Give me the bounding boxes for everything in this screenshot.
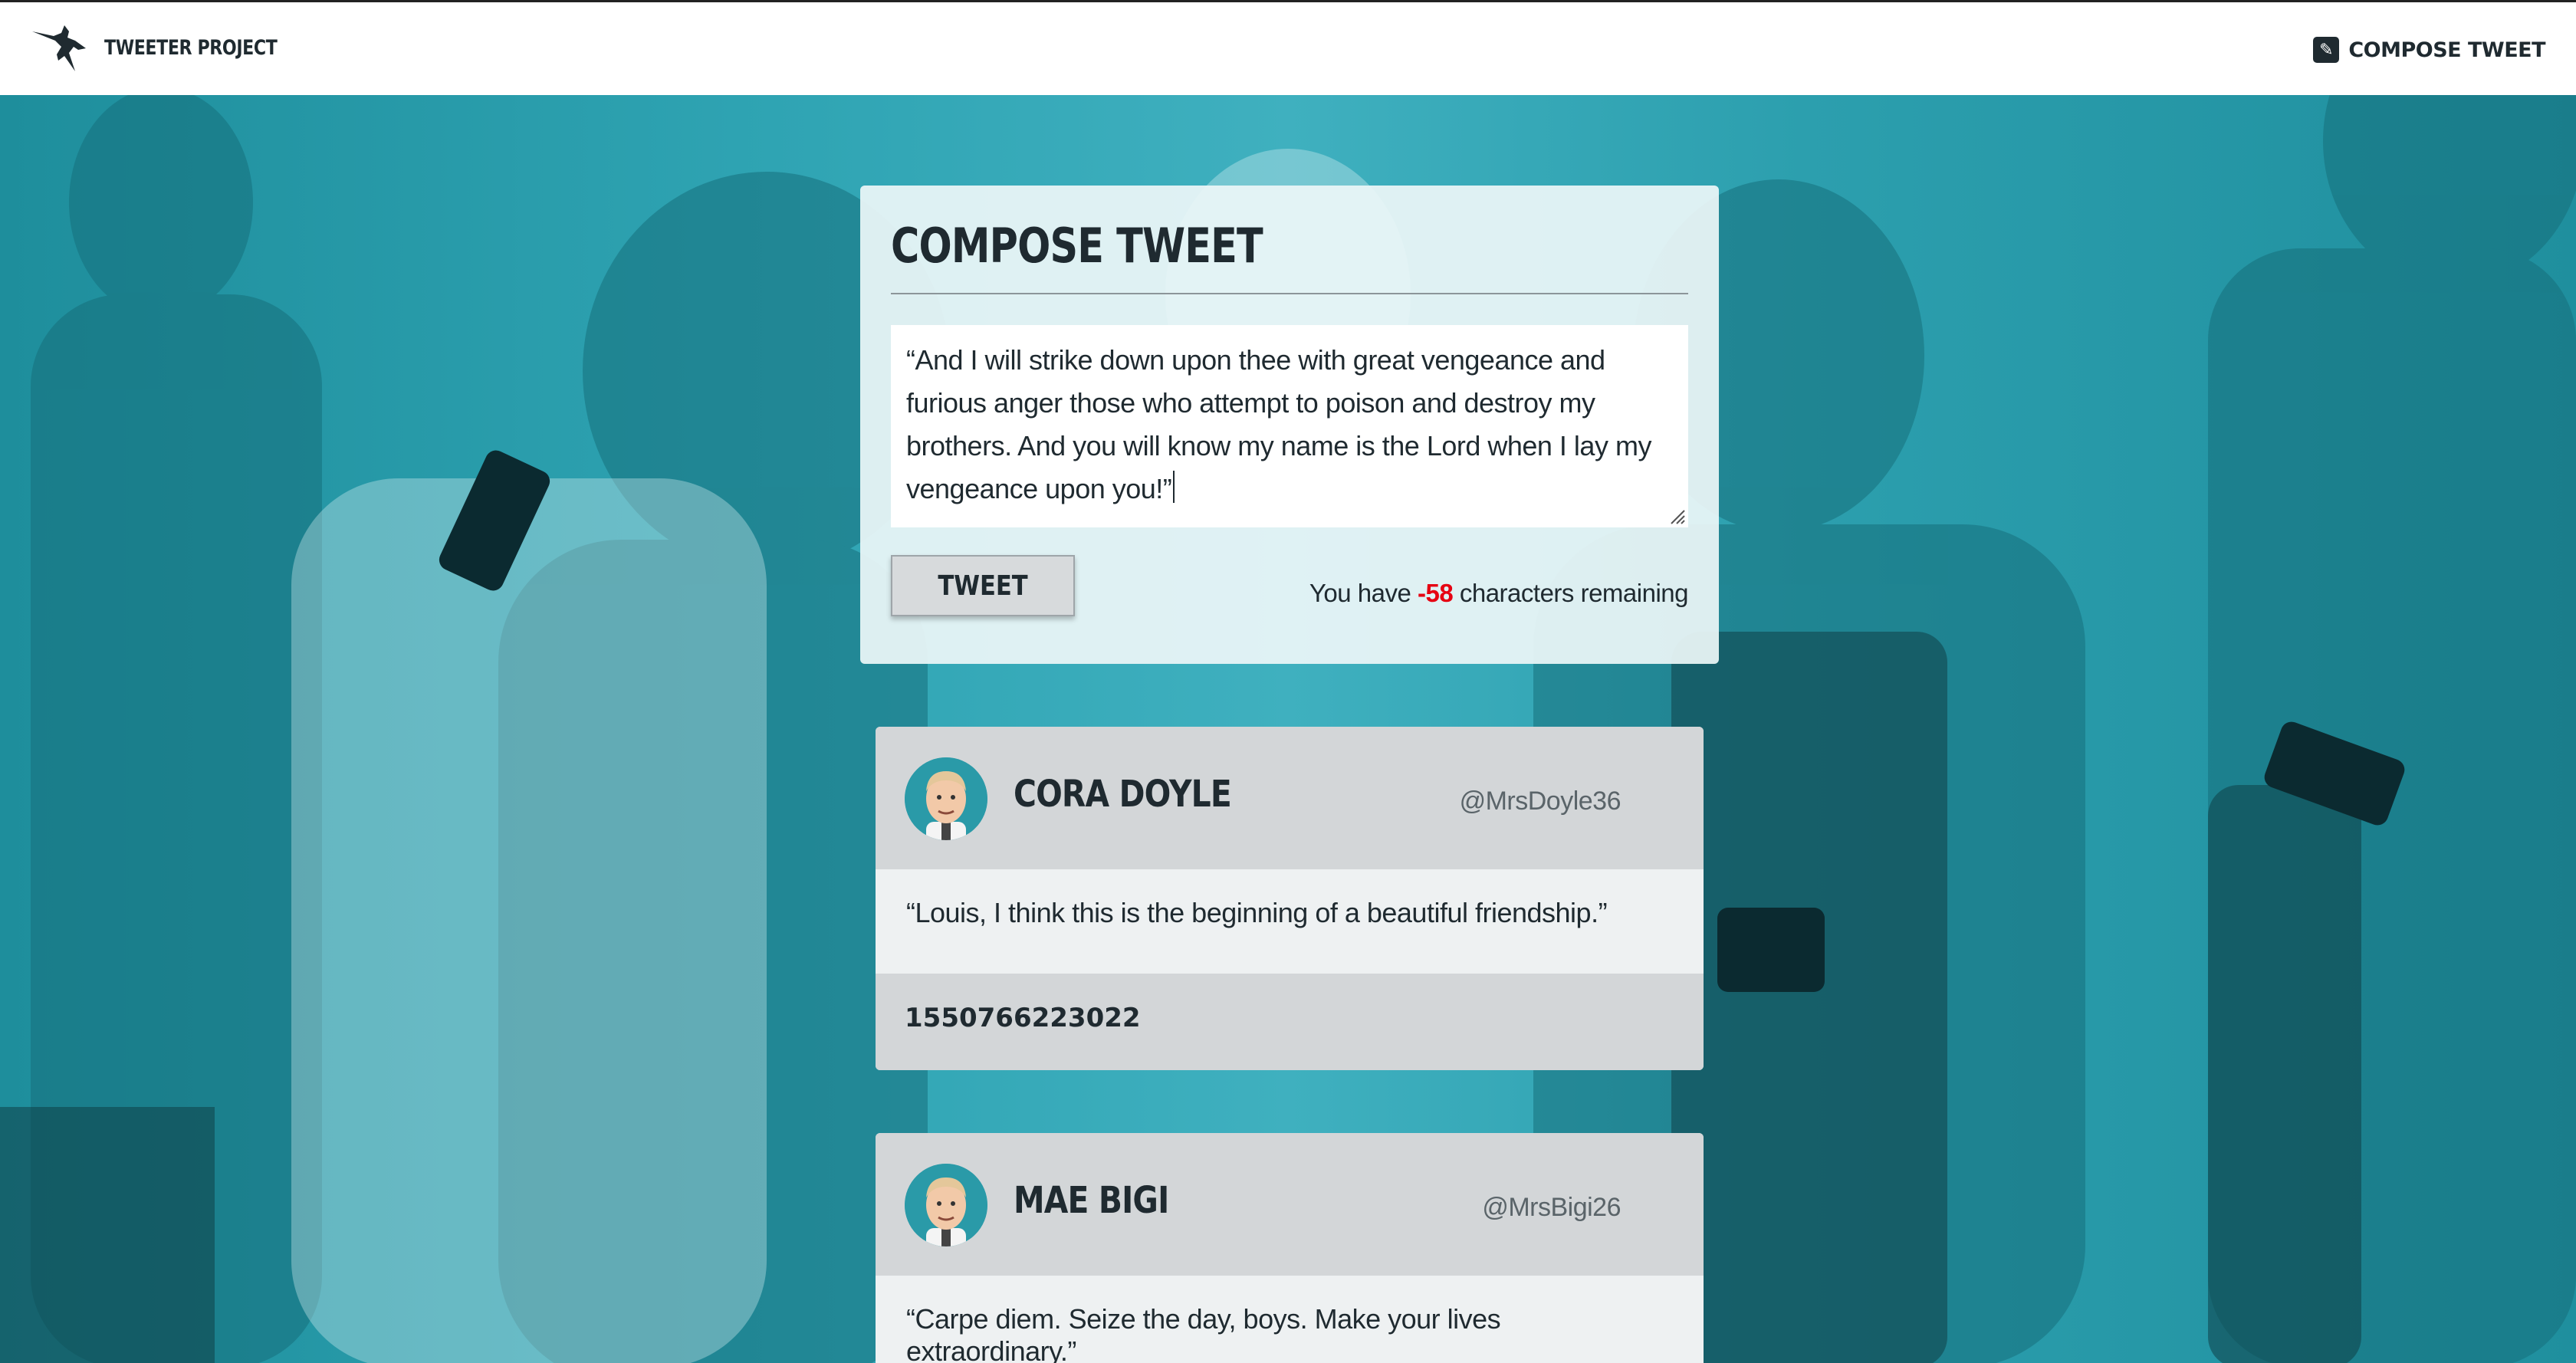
tweet-textarea[interactable]: “And I will strike down upon thee with g… (891, 325, 1688, 527)
compose-divider (891, 293, 1688, 294)
tweet-textarea-value: “And I will strike down upon thee with g… (906, 344, 1651, 504)
compose-tweet-nav-button[interactable]: ✎ COMPOSE TWEET (2313, 33, 2545, 67)
counter-suffix: characters remaining (1453, 579, 1689, 607)
avatar-icon (905, 1164, 987, 1246)
compose-actions-row: TWEET You have -58 characters remaining (891, 555, 1688, 616)
compose-title: COMPOSE TWEET (891, 218, 1263, 274)
pencil-icon: ✎ (2313, 37, 2340, 63)
tweet-header: MAE BIGI @MrsBigi26 (876, 1133, 1704, 1276)
tweet-submit-label: TWEET (938, 570, 1028, 602)
compose-tweet-nav-label: COMPOSE TWEET (2348, 38, 2545, 62)
avatar-face-illustration (905, 757, 987, 840)
tweet-card: CORA DOYLE @MrsDoyle36 “Louis, I think t… (876, 727, 1704, 1070)
avatar-face-illustration (905, 1164, 987, 1246)
text-caret (1173, 471, 1175, 503)
brand-title: TWEETER PROJECT (104, 35, 278, 60)
brand-link[interactable]: TWEETER PROJECT (31, 21, 315, 74)
tweet-card: MAE BIGI @MrsBigi26 “Carpe diem. Seize t… (876, 1133, 1704, 1363)
tweet-timestamp: 1550766223022 (876, 974, 1704, 1070)
avatar-icon (905, 757, 987, 840)
counter-prefix: You have (1309, 579, 1418, 607)
top-navbar: TWEETER PROJECT ✎ COMPOSE TWEET (0, 0, 2576, 95)
compose-tweet-panel: COMPOSE TWEET “And I will strike down up… (860, 186, 1719, 664)
hummingbird-icon (32, 25, 86, 71)
tweet-author-name: CORA DOYLE (1014, 773, 1232, 816)
counter-value: -58 (1417, 579, 1454, 607)
tweet-author-handle: @MrsBigi26 (1482, 1193, 1621, 1222)
tweet-author-handle: @MrsDoyle36 (1459, 787, 1622, 816)
tweet-header: CORA DOYLE @MrsDoyle36 (876, 727, 1704, 869)
resize-grip-icon[interactable] (1668, 507, 1685, 524)
character-counter: You have -58 characters remaining (1309, 579, 1689, 608)
tweet-content: “Carpe diem. Seize the day, boys. Make y… (876, 1276, 1704, 1363)
tweet-author-name: MAE BIGI (1014, 1179, 1169, 1222)
tweet-submit-button[interactable]: TWEET (891, 555, 1075, 616)
tweet-content: “Louis, I think this is the beginning of… (876, 869, 1704, 974)
